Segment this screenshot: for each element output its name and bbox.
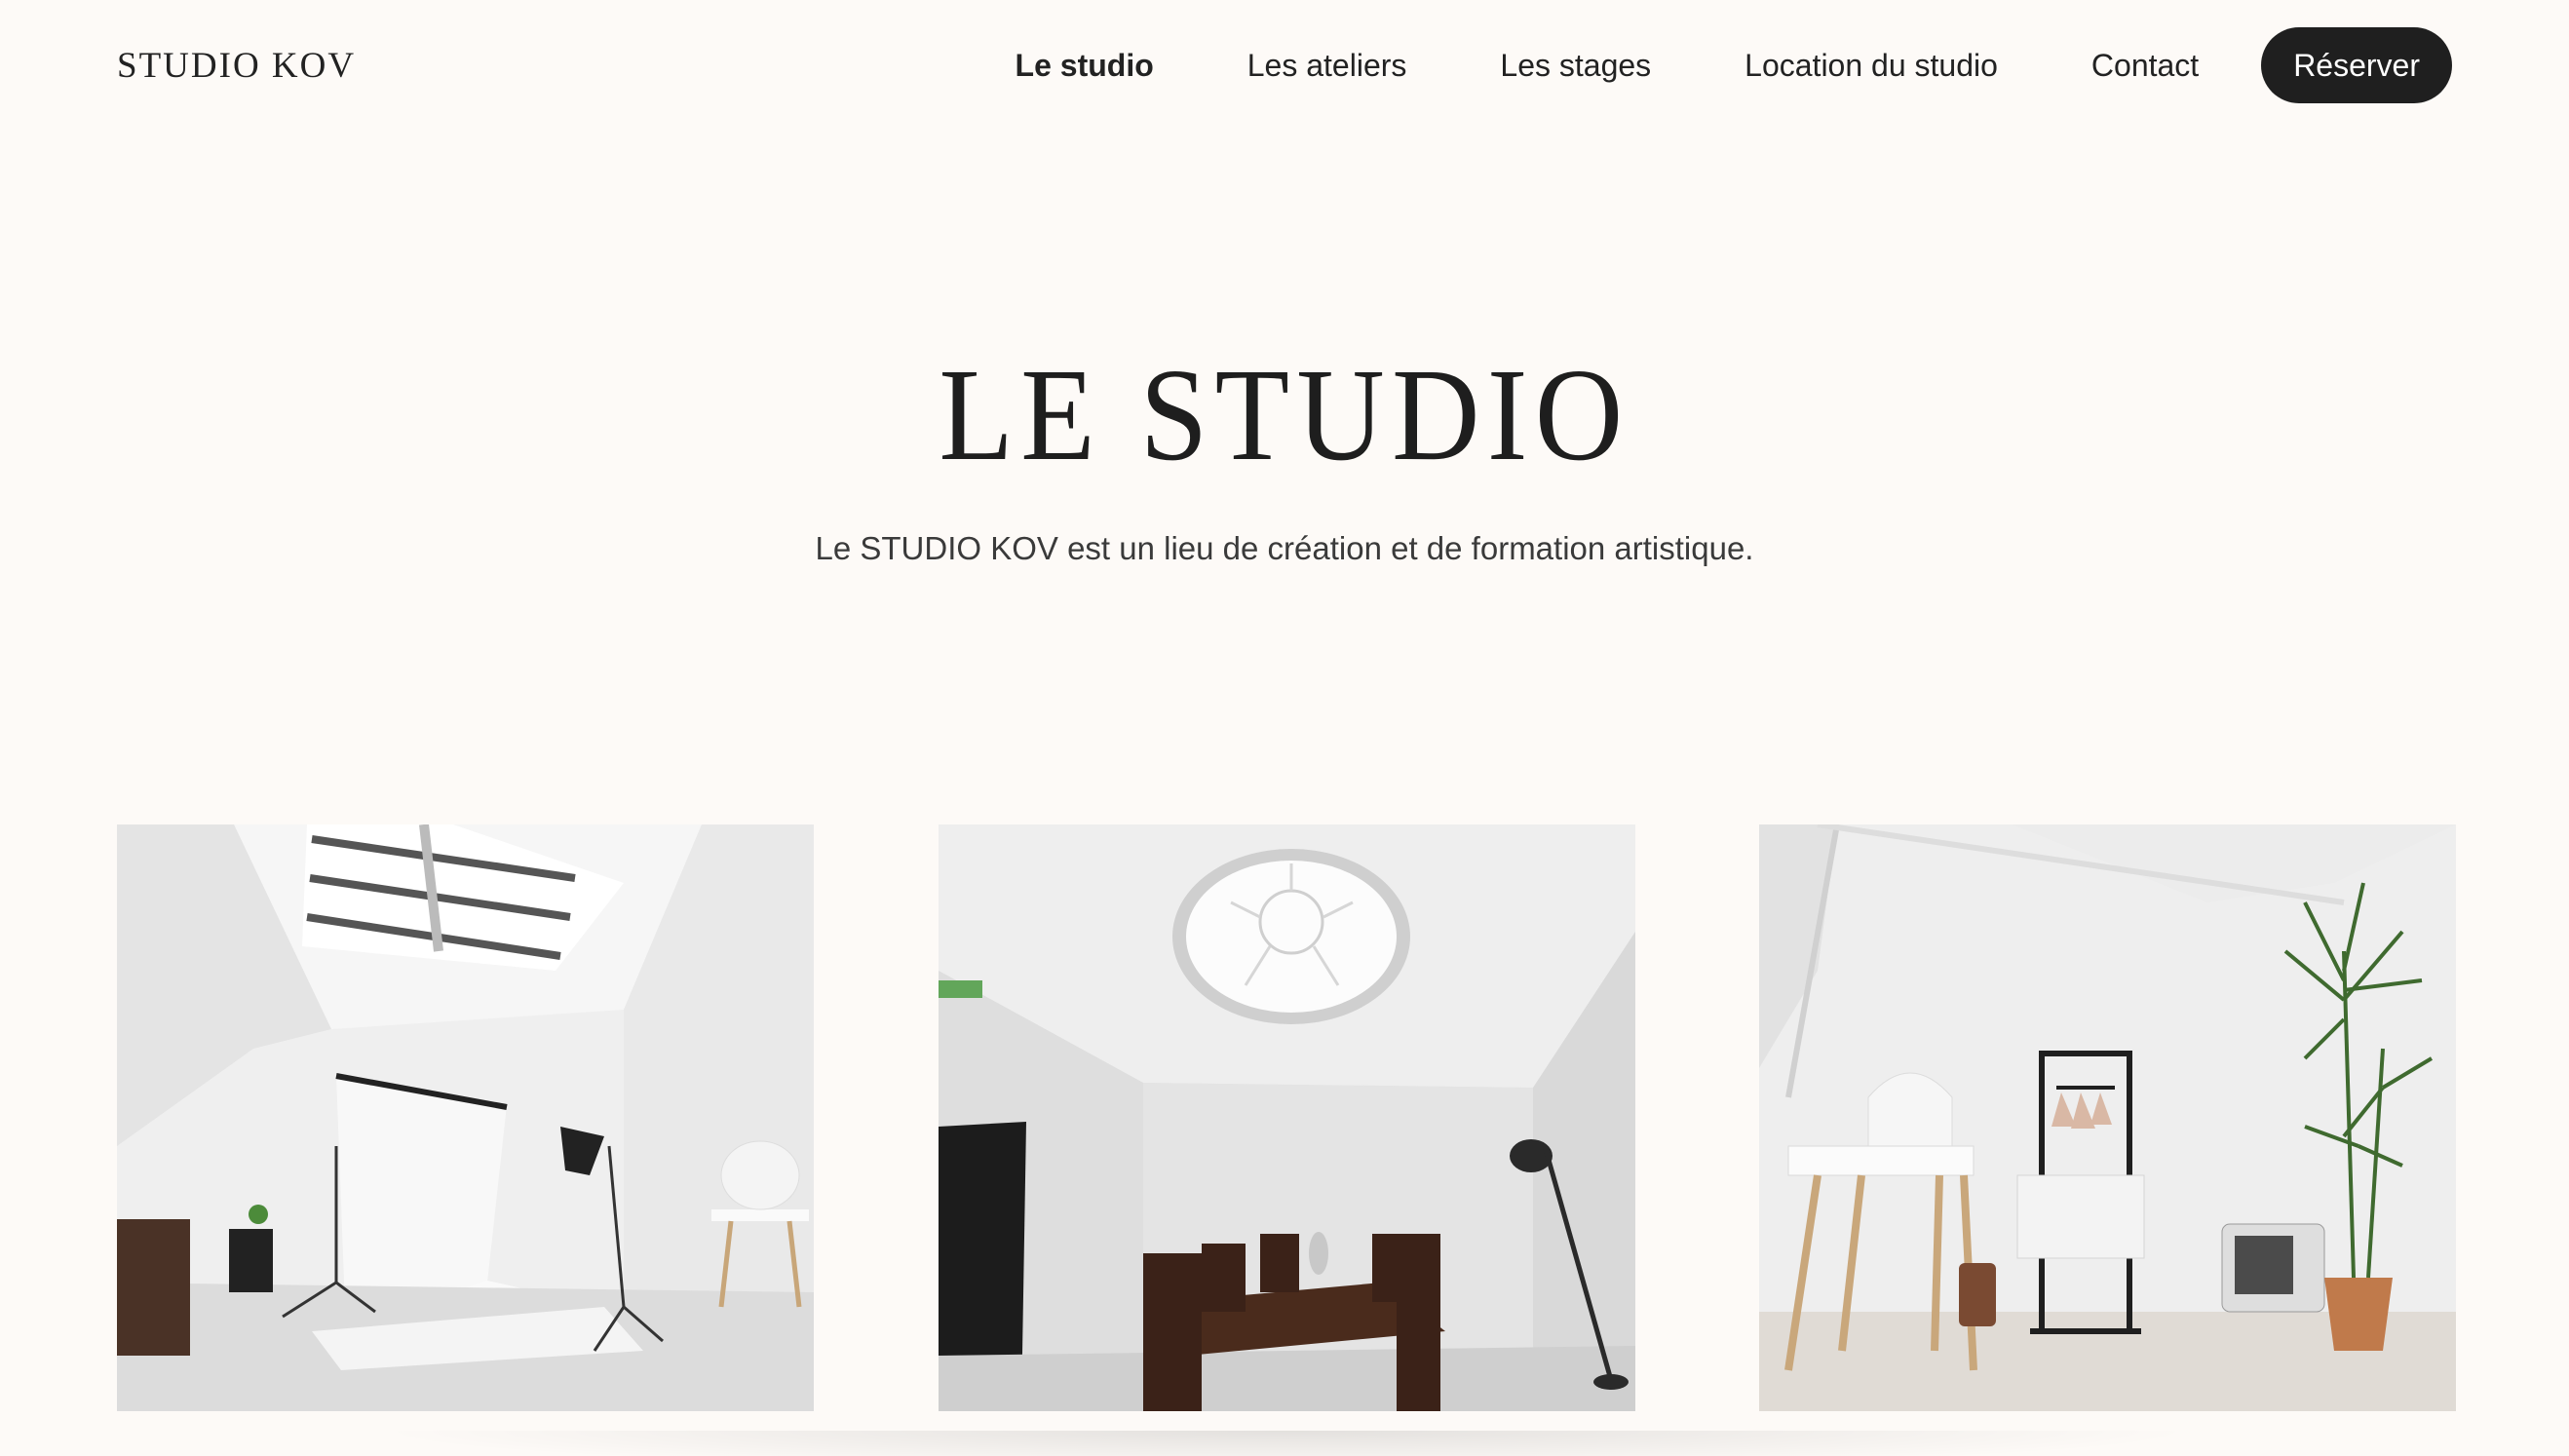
- studio-photo-dining: [938, 824, 1635, 1411]
- site-header: STUDIO KOV Le studio Les ateliers Les st…: [0, 0, 2569, 131]
- studio-dining-image: [938, 824, 1635, 1411]
- page-subtitle: Le STUDIO KOV est un lieu de création et…: [815, 530, 1754, 566]
- nav-item-le-studio[interactable]: Le studio: [1016, 48, 1154, 84]
- studio-photo-skylight: [117, 824, 814, 1411]
- studio-dressing-image: [1759, 824, 2456, 1411]
- page-title: LE STUDIO: [939, 342, 1630, 488]
- nav-item-location-du-studio[interactable]: Location du studio: [1745, 48, 1998, 84]
- page: STUDIO KOV Le studio Les ateliers Les st…: [0, 0, 2569, 1456]
- site-logo[interactable]: STUDIO KOV: [117, 45, 356, 87]
- nav-item-les-stages[interactable]: Les stages: [1500, 48, 1651, 84]
- nav-item-les-ateliers[interactable]: Les ateliers: [1247, 48, 1407, 84]
- studio-skylight-image: [117, 824, 814, 1411]
- nav-item-contact[interactable]: Contact: [2091, 48, 2199, 84]
- reserve-button[interactable]: Réserver: [2261, 27, 2452, 103]
- studio-photo-dressing: [1759, 824, 2456, 1411]
- main-nav: Le studio Les ateliers Les stages Locati…: [1016, 27, 2452, 103]
- bottom-shadow: [370, 1431, 2203, 1456]
- photo-gallery: [117, 824, 2456, 1411]
